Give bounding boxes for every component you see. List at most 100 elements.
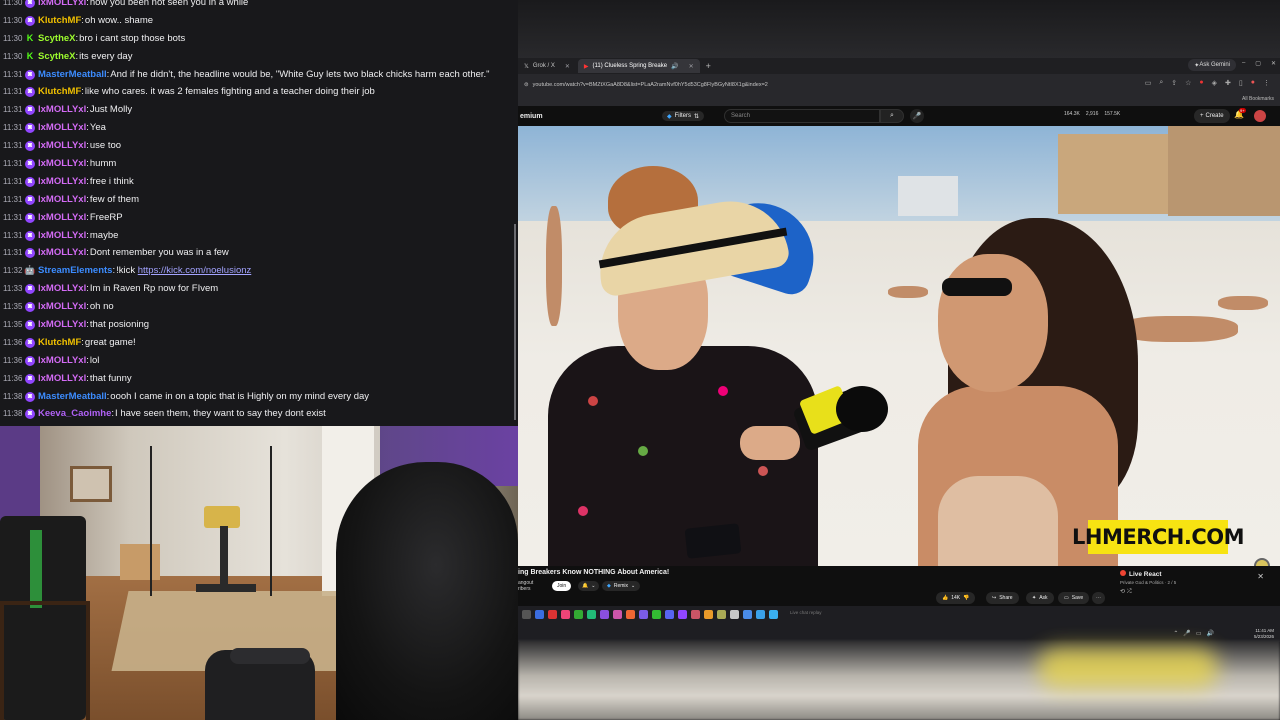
chat-username[interactable]: lxMOLLYxl <box>38 119 86 137</box>
new-tab-button[interactable]: + <box>706 61 711 71</box>
app-icon[interactable] <box>613 610 622 619</box>
chat-username[interactable]: Keeva_Caoimhe <box>38 405 111 423</box>
chat-username[interactable]: lxMOLLYxl <box>38 191 86 209</box>
chat-username[interactable]: lxMOLLYxl <box>38 280 86 298</box>
chat-username[interactable]: KlutchMF <box>38 334 81 352</box>
chat-scrollbar[interactable] <box>514 224 516 420</box>
chat-username[interactable]: lxMOLLYxl <box>38 137 86 155</box>
network-icon[interactable]: ▭ <box>1196 630 1202 637</box>
app-icon[interactable] <box>717 610 726 619</box>
chat-username[interactable]: StreamElements <box>38 262 112 280</box>
cast-icon[interactable]: ▭ <box>1145 79 1152 87</box>
chat-username[interactable]: KlutchMF <box>38 83 81 101</box>
video-player[interactable]: LHMERCH.COM <box>518 126 1280 566</box>
sidebar-icon[interactable]: ▯ <box>1239 79 1243 87</box>
chat-message-list[interactable]: 11:30 ◙ lxMOLLYxl: how you been not seen yo… <box>0 0 518 423</box>
site-info-icon[interactable]: ⊜ <box>524 82 529 88</box>
close-icon[interactable]: ✕ <box>565 63 570 70</box>
mic-icon[interactable]: 🎤 <box>1183 630 1190 637</box>
thumbs-down-icon[interactable]: 👎 <box>963 595 969 601</box>
app-icon[interactable] <box>756 610 765 619</box>
chat-username[interactable]: ScytheX <box>38 48 76 66</box>
profile-icon[interactable]: ● <box>1251 79 1255 87</box>
tab-grok[interactable]: 𝕏 Grok / X ✕ <box>518 59 576 73</box>
ask-button[interactable]: ✦ Ask <box>1026 592 1054 604</box>
chat-text: Just Molly <box>89 104 133 116</box>
twitch-icon[interactable] <box>678 610 687 619</box>
app-icon[interactable] <box>600 610 609 619</box>
app-icon[interactable] <box>691 610 700 619</box>
chat-username[interactable]: ScytheX <box>38 30 76 48</box>
puzzle-icon[interactable]: ✚ <box>1225 79 1231 87</box>
bike-seat <box>204 506 240 528</box>
chat-username[interactable]: lxMOLLYxl <box>38 227 86 245</box>
speaker-icon[interactable]: 🔊 <box>671 63 678 70</box>
tab-youtube[interactable]: ▶ (11) Clueless Spring Breake 🔊 ✕ <box>577 59 700 73</box>
ableton-icon[interactable] <box>704 610 713 619</box>
more-button[interactable]: ⋯ <box>1092 592 1105 604</box>
chat-link[interactable]: https://kick.com/noelusionz <box>138 262 252 280</box>
like-button[interactable]: 👍 14K 👎 <box>936 592 976 604</box>
volume-icon[interactable]: 🔊 <box>1207 630 1214 637</box>
chat-username[interactable]: lxMOLLYxl <box>38 316 86 334</box>
notify-button[interactable]: 🔔 ⌄ <box>578 581 600 591</box>
start-icon[interactable] <box>522 610 531 619</box>
filters-button[interactable]: ◆ Filters ⇅ <box>662 111 704 121</box>
star-icon[interactable]: ☆ <box>1185 79 1191 87</box>
chat-username[interactable]: lxMOLLYxl <box>38 352 86 370</box>
zoom-icon[interactable]: ⌕ <box>1159 79 1163 87</box>
close-icon[interactable]: ✕ <box>1257 572 1264 581</box>
chat-username[interactable]: MasterMeatball <box>38 388 107 406</box>
chat-username[interactable]: lxMOLLYxl <box>38 173 86 191</box>
repeat-shuffle-icons[interactable]: ⟲ ⤮ <box>1120 588 1132 596</box>
notifications-button[interactable]: 🔔 9+ <box>1234 108 1246 119</box>
all-bookmarks-button[interactable]: All Bookmarks <box>1242 96 1274 102</box>
app-icon[interactable] <box>652 610 661 619</box>
remix-button[interactable]: ◆ Remix ⌄ <box>602 581 641 591</box>
create-button[interactable]: + Create <box>1194 109 1230 123</box>
url-text[interactable]: youtube.com/watch?v=BMZtXGaA8D8&list=PLa… <box>533 82 768 88</box>
maximize-icon[interactable]: ▢ <box>1255 60 1261 67</box>
search-input[interactable]: Search <box>724 109 880 123</box>
join-button[interactable]: Join <box>552 581 572 591</box>
extension-icon[interactable]: ◈ <box>1212 79 1217 87</box>
spotify-icon[interactable] <box>574 610 583 619</box>
chat-username[interactable]: lxMOLLYxl <box>38 244 86 262</box>
chat-username[interactable]: KlutchMF <box>38 12 81 30</box>
edge-icon[interactable] <box>535 610 544 619</box>
discord-icon[interactable] <box>665 610 674 619</box>
monitor-bottom-blur <box>518 640 1280 720</box>
youtube-logo[interactable]: emium <box>520 113 543 120</box>
chat-username[interactable]: lxMOLLYxl <box>38 370 86 388</box>
close-icon[interactable]: ✕ <box>1271 60 1276 67</box>
share-button[interactable]: ↪ Share <box>986 592 1019 604</box>
steam-icon[interactable] <box>743 610 752 619</box>
minimize-icon[interactable]: – <box>1242 60 1245 67</box>
voice-search-button[interactable]: 🎤 <box>910 109 924 123</box>
chat-username[interactable]: lxMOLLYxl <box>38 298 86 316</box>
app-icon[interactable] <box>730 610 739 619</box>
chevron-up-icon[interactable]: ⌃ <box>1173 630 1178 637</box>
chrome-icon[interactable] <box>548 610 557 619</box>
save-button[interactable]: ▭ Save <box>1058 592 1090 604</box>
app-icon[interactable] <box>587 610 596 619</box>
app-icon[interactable] <box>769 610 778 619</box>
close-icon[interactable]: ✕ <box>689 63 694 70</box>
menu-icon[interactable]: ⋮ <box>1263 79 1270 87</box>
chat-username[interactable]: lxMOLLYxl <box>38 0 86 12</box>
app-icon[interactable] <box>639 610 648 619</box>
avatar[interactable] <box>1254 110 1266 122</box>
app-icon[interactable] <box>561 610 570 619</box>
search-button[interactable]: ⌕ <box>880 109 904 123</box>
ask-gemini-button[interactable]: ✦ Ask Gemini <box>1188 59 1236 71</box>
address-bar[interactable]: ⊜ youtube.com/watch?v=BMZtXGaA8D8&list=P… <box>518 74 1280 96</box>
chat-username[interactable]: MasterMeatball <box>38 66 107 84</box>
chat-username[interactable]: lxMOLLYxl <box>38 101 86 119</box>
app-icon[interactable] <box>626 610 635 619</box>
share-icon[interactable]: ⇪ <box>1171 79 1177 87</box>
chat-text: bro i cant stop those bots <box>79 32 186 44</box>
chat-username[interactable]: lxMOLLYxl <box>38 209 86 227</box>
chat-username[interactable]: lxMOLLYxl <box>38 155 86 173</box>
extension-icon[interactable]: ● <box>1199 79 1203 87</box>
taskbar-clock[interactable]: 11:41 AM 5/23/2026 <box>1254 628 1274 640</box>
